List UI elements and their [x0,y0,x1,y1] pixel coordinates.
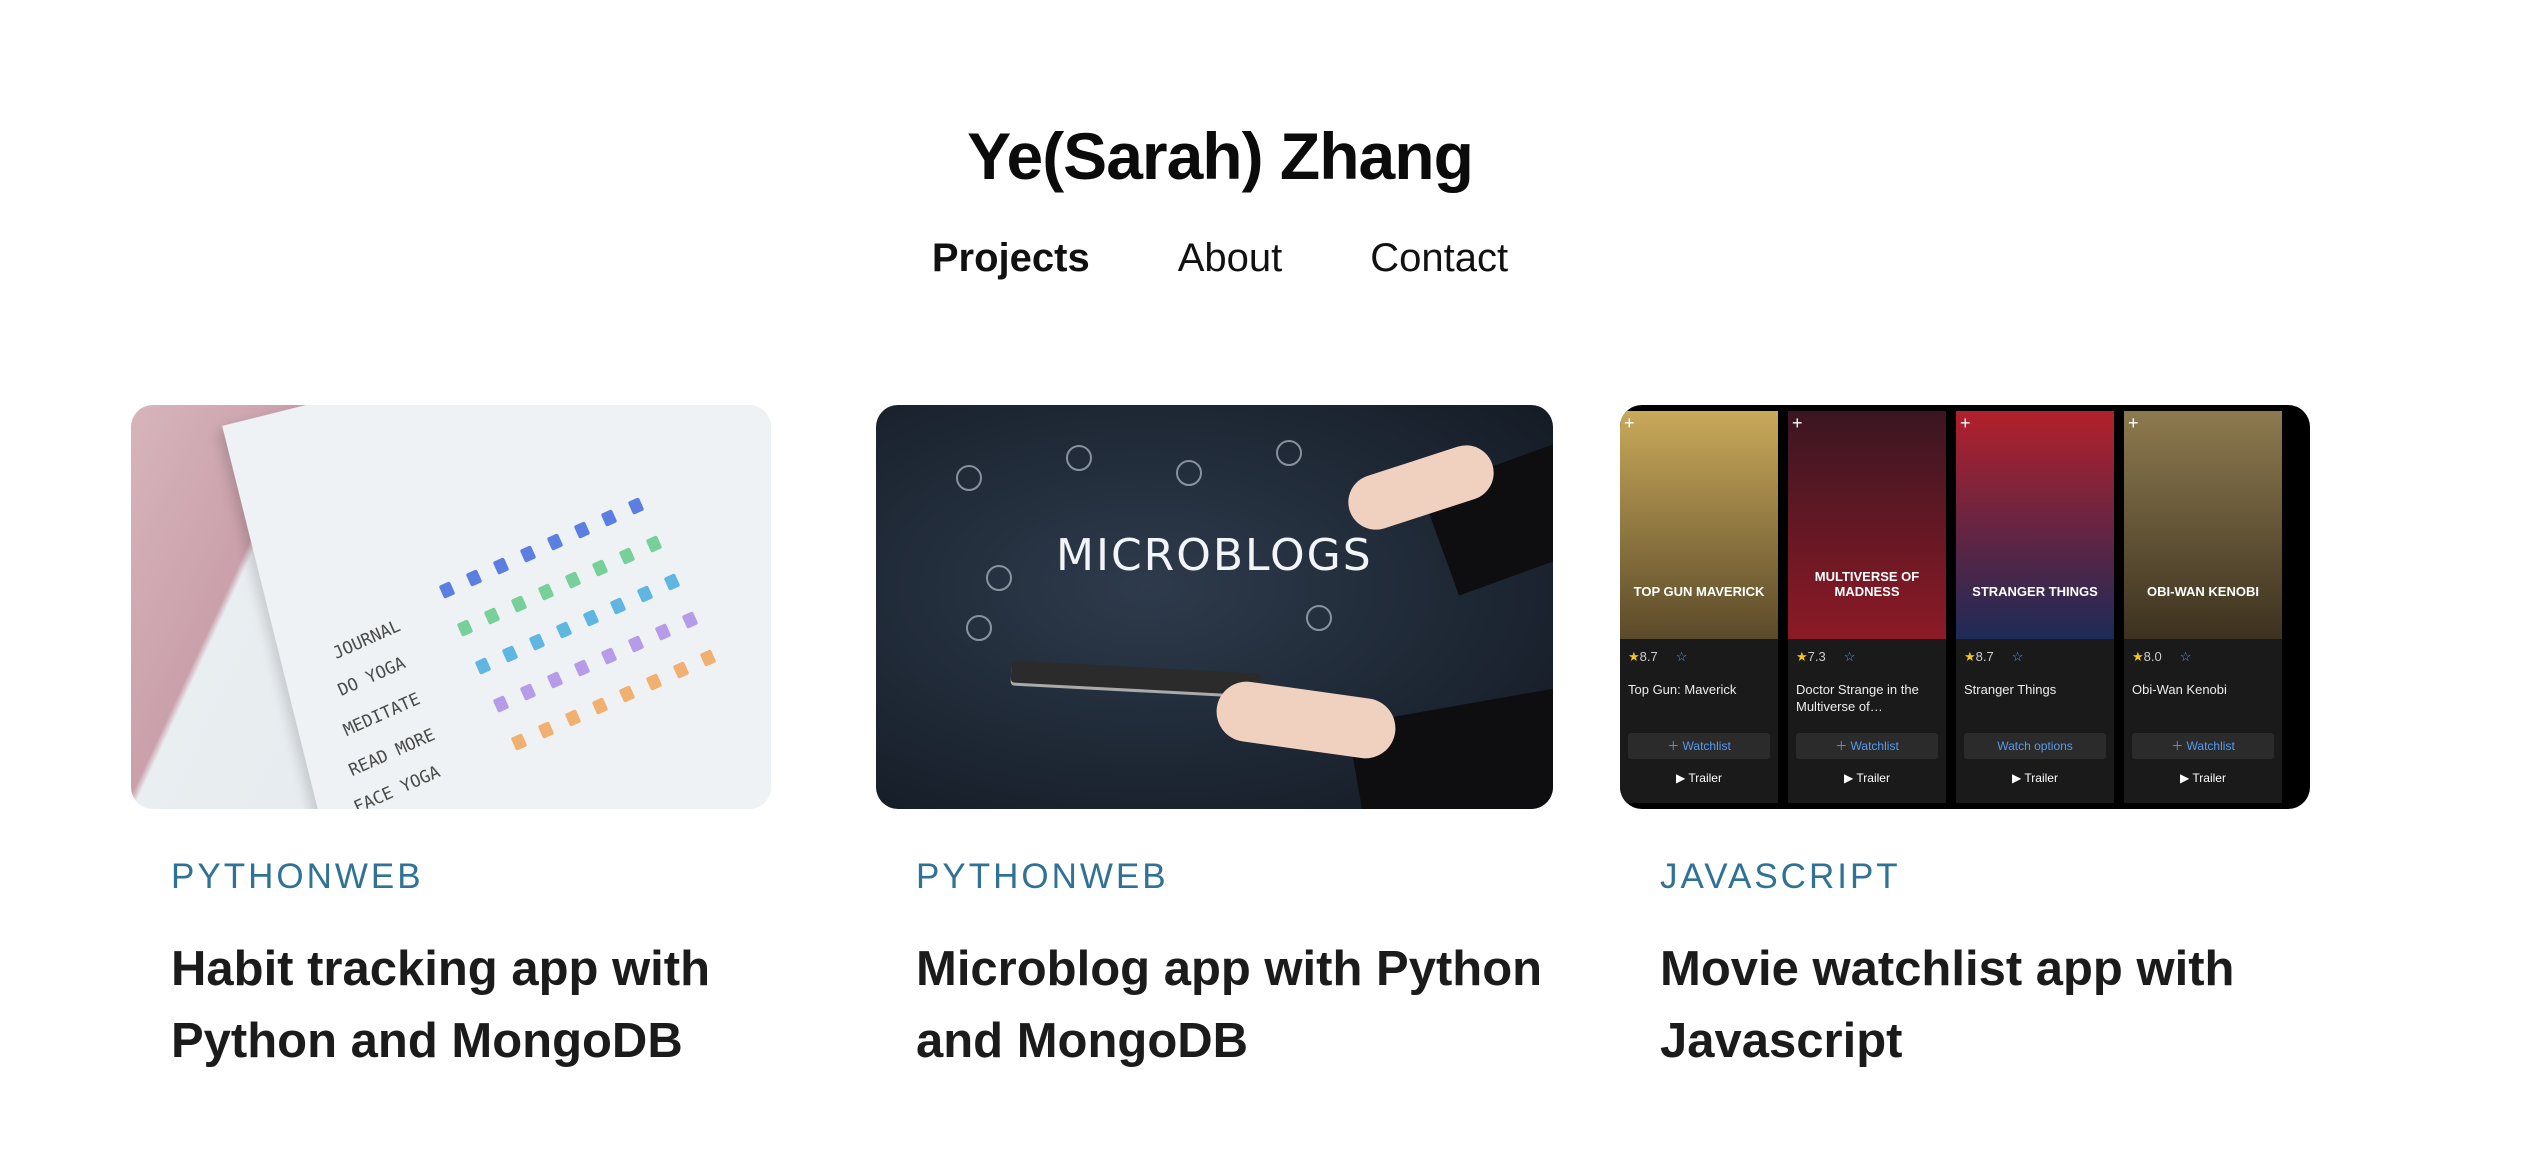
movie-rating: ★8.7 ☆ [1628,649,1687,665]
play-icon: ▶ [2012,771,2025,785]
movie-rating-value: 8.7 [1975,649,1994,664]
doodle-icon [986,565,1012,591]
rate-star-icon: ☆ [2011,649,2024,664]
doodle-icon [1306,605,1332,631]
movie-poster: + OBI-WAN KENOBI [2124,411,2282,639]
poster-title: OBI-WAN KENOBI [2147,584,2259,599]
project-category: JAVASCRIPT [1660,857,1901,896]
add-icon: + [1960,413,1971,433]
rate-star-icon: ☆ [2179,649,2192,664]
trailer-button-label: Trailer [1688,771,1722,785]
project-card-microblog[interactable]: MICROBLOGS PYTHONWEB Microblog app with … [876,405,1553,1068]
add-icon: ＋ [2171,739,2187,753]
play-icon: ▶ [1676,771,1689,785]
movie-poster: + MULTIVERSE OF MADNESS [1788,411,1946,639]
poster-title: STRANGER THINGS [1972,584,2098,599]
movie-card: + STRANGER THINGS ★8.7 ☆ Stranger Things … [1956,411,2114,803]
star-icon: ★ [1628,649,1640,664]
trailer-button: ▶ Trailer [1620,771,1778,785]
watchlist-button-label: Watchlist [1850,739,1899,753]
habit-chart-paper [222,405,771,809]
doodle-icon [1066,445,1092,471]
movie-card: + TOP GUN MAVERICK ★8.7 ☆ Top Gun: Maveri… [1620,411,1778,803]
watchlist-button-label: Watchlist [1682,739,1731,753]
project-card-movies[interactable]: + TOP GUN MAVERICK ★8.7 ☆ Top Gun: Maveri… [1620,405,2310,1068]
play-icon: ▶ [1844,771,1857,785]
rate-star-icon: ☆ [1843,649,1856,664]
star-icon: ★ [1964,649,1976,664]
project-thumbnail[interactable]: + TOP GUN MAVERICK ★8.7 ☆ Top Gun: Maveri… [1620,405,2310,809]
movie-rating: ★7.3 ☆ [1796,649,1855,665]
poster-title: TOP GUN MAVERICK [1633,584,1765,599]
add-icon: ＋ [1667,739,1683,753]
project-title[interactable]: Microblog app with Python and MongoDB [916,933,1556,1077]
movie-title: Top Gun: Maverick [1628,682,1737,697]
trailer-button-label: Trailer [1856,771,1890,785]
watchlist-button-label: Watchlist [2186,739,2235,753]
rate-star-icon: ☆ [1675,649,1688,664]
add-icon: + [2128,413,2139,433]
doodle-icon [1276,440,1302,466]
movie-title: Obi-Wan Kenobi [2132,682,2227,697]
nav-about[interactable]: About [1178,236,1283,281]
movie-title: Stranger Things [1964,682,2057,697]
movie-card: + OBI-WAN KENOBI ★8.0 ☆ Obi-Wan Kenobi ＋ … [2124,411,2282,803]
project-title[interactable]: Movie watchlist app with Javascript [1660,933,2300,1077]
movie-poster: + STRANGER THINGS [1956,411,2114,639]
trailer-button-label: Trailer [2192,771,2226,785]
main-nav: Projects About Contact [0,236,2440,281]
trailer-button: ▶ Trailer [2124,771,2282,785]
watch-options-button: Watch options [1964,733,2106,759]
project-thumbnail[interactable]: JOURNAL DO YOGA MEDITATE READ MORE FACE … [131,405,771,809]
play-icon: ▶ [2180,771,2193,785]
project-card-habit[interactable]: JOURNAL DO YOGA MEDITATE READ MORE FACE … [131,405,771,1068]
movie-rating-value: 8.0 [2143,649,2162,664]
project-title[interactable]: Habit tracking app with Python and Mongo… [171,933,811,1077]
project-thumbnail[interactable]: MICROBLOGS [876,405,1553,809]
hand-image [1212,677,1400,763]
trailer-button: ▶ Trailer [1788,771,1946,785]
watchlist-button: ＋ Watchlist [1628,733,1770,759]
add-icon: + [1624,413,1635,433]
add-icon: ＋ [1835,739,1851,753]
watchlist-button: ＋ Watchlist [2132,733,2274,759]
site-title: Ye(Sarah) Zhang [967,119,1474,193]
doodle-icon [966,615,992,641]
movie-poster: + TOP GUN MAVERICK [1620,411,1778,639]
movie-rating: ★8.0 ☆ [2132,649,2191,665]
nav-contact[interactable]: Contact [1370,236,1508,281]
star-icon: ★ [1796,649,1808,664]
trailer-button: ▶ Trailer [1956,771,2114,785]
microblogs-headline: MICROBLOGS [1056,530,1373,581]
add-icon: + [1792,413,1803,433]
trailer-button-label: Trailer [2024,771,2058,785]
movie-rating-value: 7.3 [1807,649,1826,664]
movie-title: Doctor Strange in the Multiverse of… [1796,682,1919,714]
doodle-icon [1176,460,1202,486]
project-category: PYTHONWEB [916,857,1169,896]
star-icon: ★ [2132,649,2144,664]
movie-rating: ★8.7 ☆ [1964,649,2023,665]
doodle-icon [956,465,982,491]
project-category: PYTHONWEB [171,857,424,896]
movie-card: + MULTIVERSE OF MADNESS ★7.3 ☆ Doctor Str… [1788,411,1946,803]
poster-title: MULTIVERSE OF MADNESS [1814,569,1920,599]
watchlist-button: ＋ Watchlist [1796,733,1938,759]
movie-rating-value: 8.7 [1639,649,1658,664]
nav-projects[interactable]: Projects [932,236,1090,281]
